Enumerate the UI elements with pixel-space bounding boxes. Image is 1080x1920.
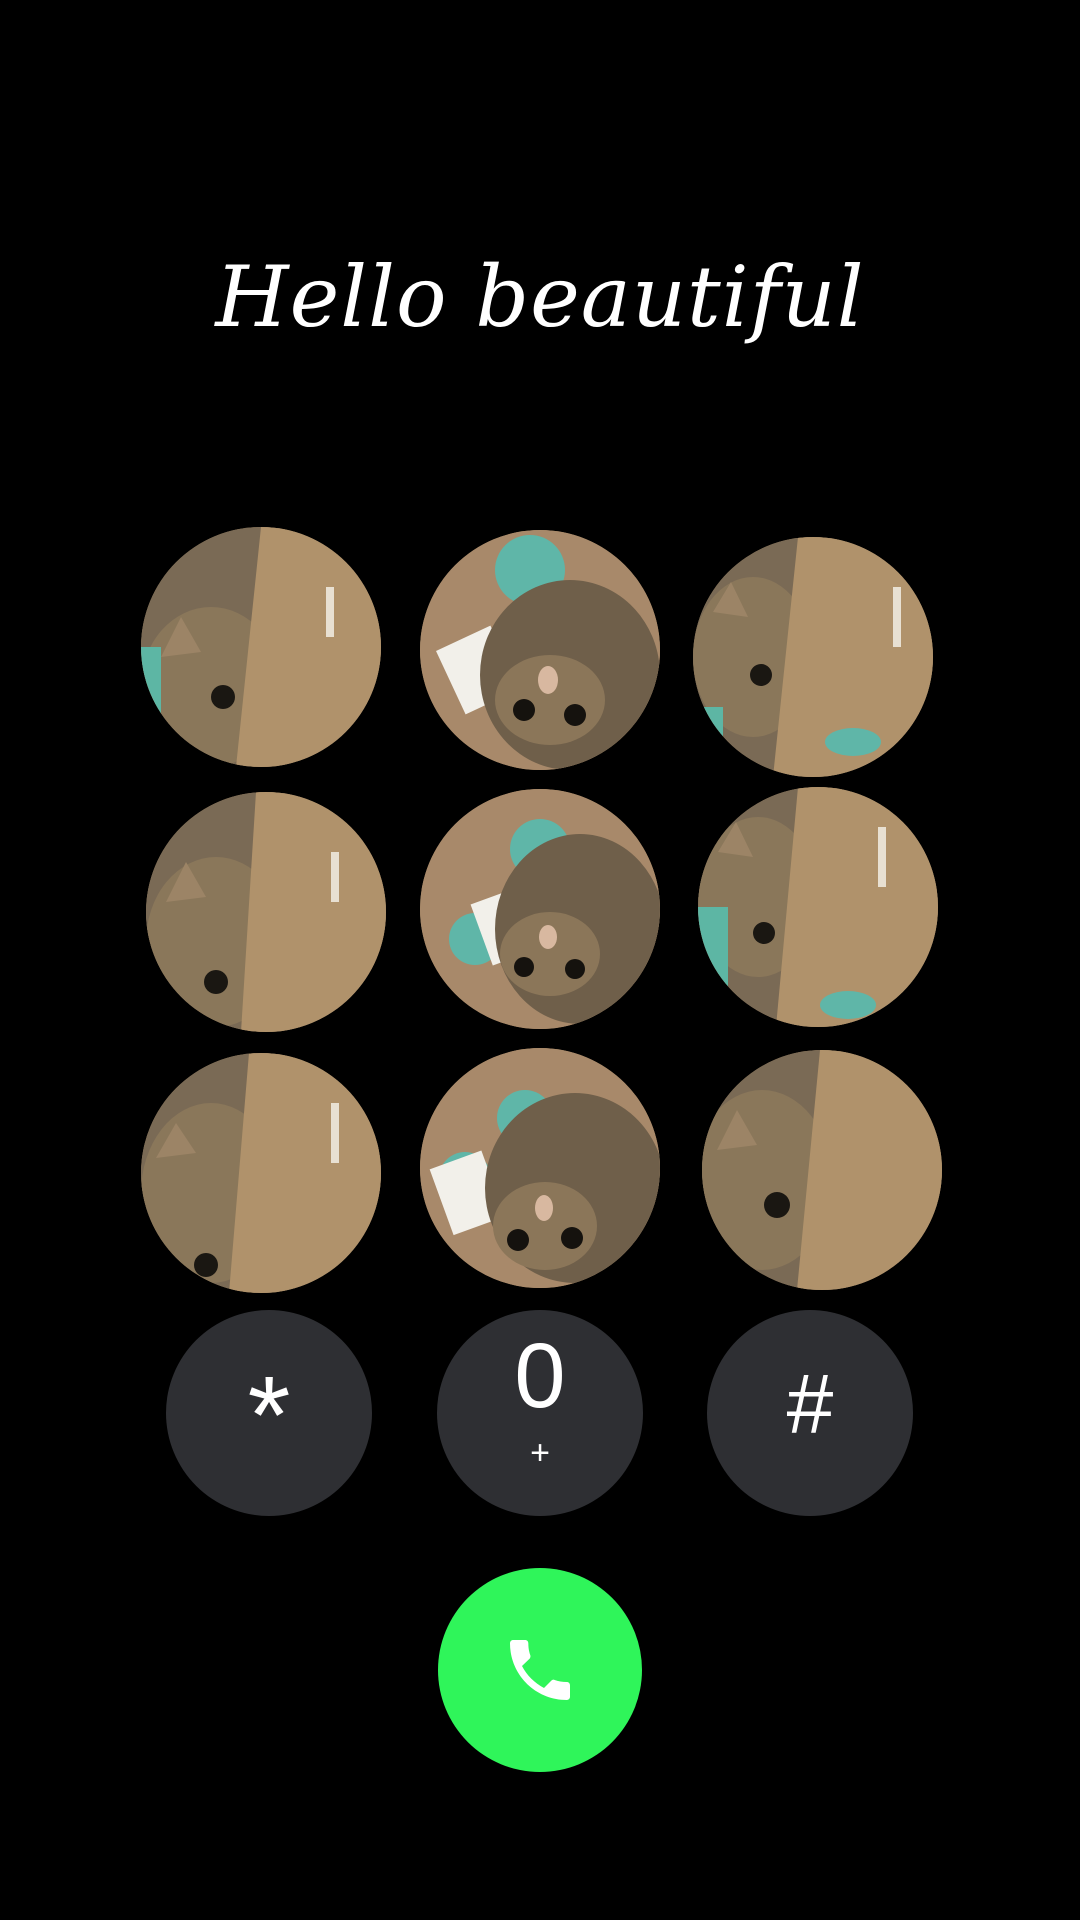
photo-key-2[interactable] <box>420 530 660 770</box>
greeting-title: Hello beautiful <box>215 248 865 346</box>
zero-key-plus: + <box>530 1434 550 1472</box>
cat-peeking-photo <box>146 792 386 1032</box>
cat-peeking-photo <box>702 1050 942 1290</box>
star-key-label: * <box>247 1354 291 1477</box>
photo-key-7[interactable] <box>141 1053 381 1293</box>
zero-key[interactable]: 0 + <box>437 1310 643 1516</box>
cat-peeking-photo <box>698 787 938 1027</box>
cat-peeking-photo <box>141 1053 381 1293</box>
photo-key-8[interactable] <box>420 1048 660 1288</box>
photo-key-1[interactable] <box>141 527 381 767</box>
photo-key-9[interactable] <box>702 1050 942 1290</box>
photo-key-3[interactable] <box>693 537 933 777</box>
hash-key-label: # <box>786 1357 834 1451</box>
photo-key-4[interactable] <box>146 792 386 1032</box>
hash-key[interactable]: # <box>707 1310 913 1516</box>
cat-peeking-photo <box>693 537 933 777</box>
cat-lying-photo <box>420 789 660 1029</box>
photo-key-6[interactable] <box>698 787 938 1027</box>
cat-lying-photo <box>420 1048 660 1288</box>
star-key[interactable]: * <box>166 1310 372 1516</box>
photo-key-5[interactable] <box>420 789 660 1029</box>
zero-key-label: 0 <box>514 1325 566 1427</box>
phone-icon <box>510 1640 570 1700</box>
cat-lying-photo <box>420 530 660 770</box>
call-button[interactable] <box>438 1568 642 1772</box>
cat-peeking-photo <box>141 527 381 767</box>
